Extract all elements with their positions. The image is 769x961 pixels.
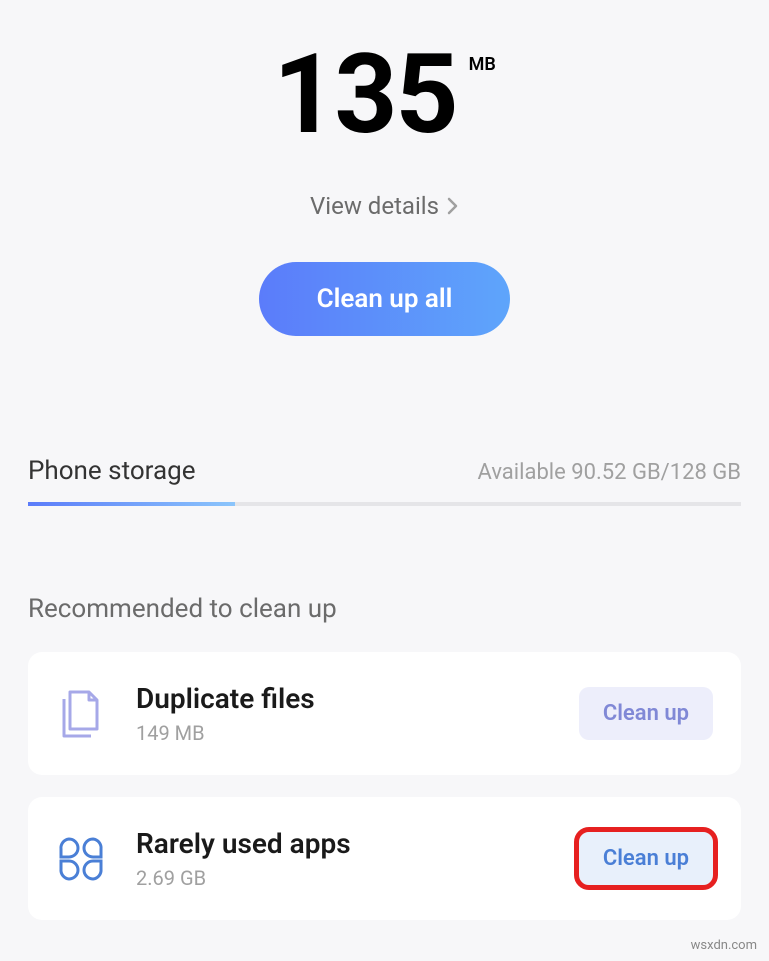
header-area: 135 MB View details Clean up all [0,0,769,336]
view-details-label: View details [310,192,439,220]
clean-up-all-button[interactable]: Clean up all [259,262,511,336]
recommended-section: Recommended to clean up Duplicate files … [0,594,769,920]
clean-up-button[interactable]: Clean up [579,687,713,740]
duplicate-files-icon [56,689,106,739]
storage-title: Phone storage [28,456,195,486]
card-content: Duplicate files 149 MB [136,682,579,745]
storage-section: Phone storage Available 90.52 GB/128 GB [0,456,769,506]
watermark: wsxdn.com [691,938,757,953]
storage-bar [28,502,741,506]
storage-available: Available 90.52 GB/128 GB [478,460,742,485]
size-value: 135 [273,40,456,150]
card-subtitle: 2.69 GB [136,866,579,890]
card-content: Rarely used apps 2.69 GB [136,827,579,890]
size-unit: MB [469,54,496,75]
card-subtitle: 149 MB [136,721,579,745]
storage-header: Phone storage Available 90.52 GB/128 GB [28,456,741,486]
view-details-link[interactable]: View details [310,192,459,220]
storage-bar-fill [28,502,235,506]
chevron-right-icon [447,197,459,215]
card-title: Rarely used apps [136,827,579,860]
rarely-used-apps-icon [56,834,106,884]
clean-up-button[interactable]: Clean up [579,832,713,885]
card-title: Duplicate files [136,682,579,715]
recommended-title: Recommended to clean up [28,594,741,624]
card-rarely-used-apps[interactable]: Rarely used apps 2.69 GB Clean up [28,797,741,920]
card-duplicate-files[interactable]: Duplicate files 149 MB Clean up [28,652,741,775]
cleanable-size: 135 MB [273,40,496,150]
